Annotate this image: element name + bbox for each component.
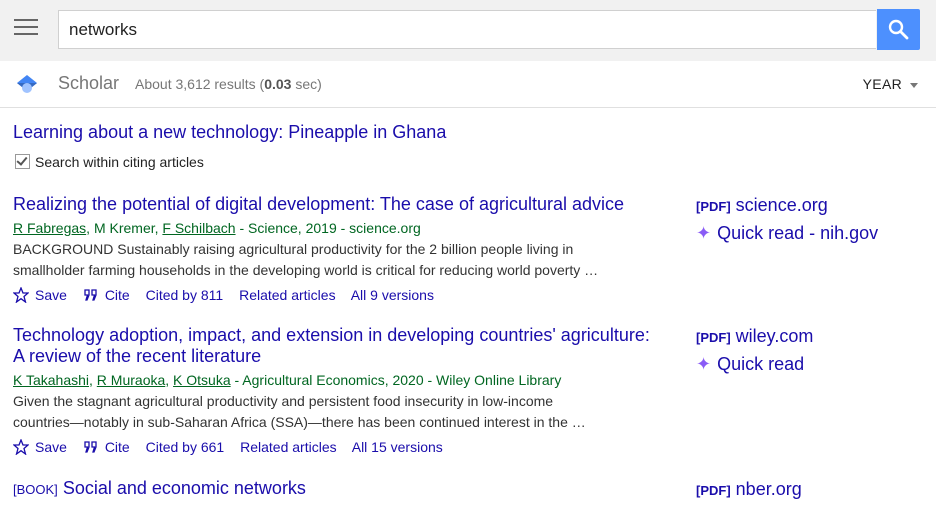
author-link[interactable]: R Fabregas bbox=[13, 220, 86, 236]
cited-by-link[interactable]: Cited by 811 bbox=[146, 287, 224, 303]
result-actions: Save Cite Cited by 811 Related articles … bbox=[12, 286, 693, 304]
all-versions-link[interactable]: All 15 versions bbox=[352, 439, 443, 455]
search-within-citing-checkbox[interactable]: Search within citing articles bbox=[15, 154, 204, 170]
star-icon bbox=[12, 286, 30, 304]
cited-article-title[interactable]: Learning about a new technology: Pineapp… bbox=[13, 122, 446, 143]
results-toolbar: Scholar About 3,612 results (0.03 sec) Y… bbox=[0, 61, 936, 108]
result-snippet: BACKGROUND Sustainably raising agricultu… bbox=[13, 241, 599, 278]
author-link[interactable]: F Schilbach bbox=[162, 220, 235, 236]
cited-by-link[interactable]: Cited by 661 bbox=[146, 439, 225, 455]
save-button[interactable]: Save bbox=[12, 438, 67, 456]
result-authors-source: K Takahashi, R Muraoka, K Otsuka - Agric… bbox=[13, 372, 562, 388]
caret-down-icon bbox=[910, 82, 918, 88]
author-link[interactable]: K Takahashi bbox=[13, 372, 89, 388]
sparkle-icon: ✦ bbox=[696, 354, 712, 374]
all-versions-link[interactable]: All 9 versions bbox=[351, 287, 434, 303]
related-articles-link[interactable]: Related articles bbox=[239, 287, 336, 303]
result-title[interactable]: [BOOK] Social and economic networks bbox=[13, 478, 693, 500]
result-side-links: [PDF] nber.org bbox=[696, 476, 802, 504]
pdf-link[interactable]: [PDF] wiley.com bbox=[696, 323, 813, 351]
cite-button[interactable]: Cite bbox=[83, 287, 130, 303]
top-bar bbox=[0, 0, 936, 61]
result-title[interactable]: Technology adoption, impact, and extensi… bbox=[13, 325, 693, 367]
results-count: About 3,612 results (0.03 sec) bbox=[135, 76, 322, 92]
result-authors-source: R Fabregas, M Kremer, F Schilbach - Scie… bbox=[13, 220, 421, 236]
result-snippet: Given the stagnant agricultural producti… bbox=[13, 393, 586, 430]
year-filter-dropdown[interactable]: YEAR bbox=[863, 76, 918, 92]
result-item: Technology adoption, impact, and extensi… bbox=[12, 325, 693, 456]
pdf-link[interactable]: [PDF] nber.org bbox=[696, 476, 802, 504]
result-actions: Save Cite Cited by 661 Related articles … bbox=[12, 438, 693, 456]
save-button[interactable]: Save bbox=[12, 286, 67, 304]
checkbox-checked-icon[interactable] bbox=[15, 154, 30, 169]
pdf-link[interactable]: [PDF] science.org bbox=[696, 192, 878, 220]
app-name[interactable]: Scholar bbox=[58, 73, 119, 94]
author-link[interactable]: R Muraoka bbox=[97, 372, 165, 388]
star-icon bbox=[12, 438, 30, 456]
hamburger-menu-icon[interactable] bbox=[14, 19, 38, 39]
scholar-logo-icon[interactable] bbox=[16, 73, 38, 95]
sparkle-icon: ✦ bbox=[696, 223, 712, 243]
result-side-links: [PDF] wiley.com ✦ Quick read bbox=[696, 323, 813, 377]
result-item: Realizing the potential of digital devel… bbox=[12, 194, 693, 304]
quote-icon bbox=[84, 441, 97, 453]
quote-icon bbox=[84, 289, 97, 301]
cite-button[interactable]: Cite bbox=[83, 439, 130, 455]
result-title[interactable]: Realizing the potential of digital devel… bbox=[13, 194, 693, 215]
result-side-links: [PDF] science.org ✦ Quick read - nih.gov bbox=[696, 192, 878, 246]
quick-read-link[interactable]: ✦ Quick read bbox=[696, 351, 813, 377]
search-input[interactable] bbox=[58, 10, 876, 49]
quick-read-link[interactable]: ✦ Quick read - nih.gov bbox=[696, 220, 878, 246]
search-button[interactable] bbox=[877, 9, 920, 50]
book-tag: [BOOK] bbox=[13, 482, 58, 497]
result-item: [BOOK] Social and economic networks bbox=[13, 478, 693, 500]
related-articles-link[interactable]: Related articles bbox=[240, 439, 337, 455]
author-link[interactable]: K Otsuka bbox=[173, 372, 231, 388]
search-icon bbox=[888, 19, 909, 40]
